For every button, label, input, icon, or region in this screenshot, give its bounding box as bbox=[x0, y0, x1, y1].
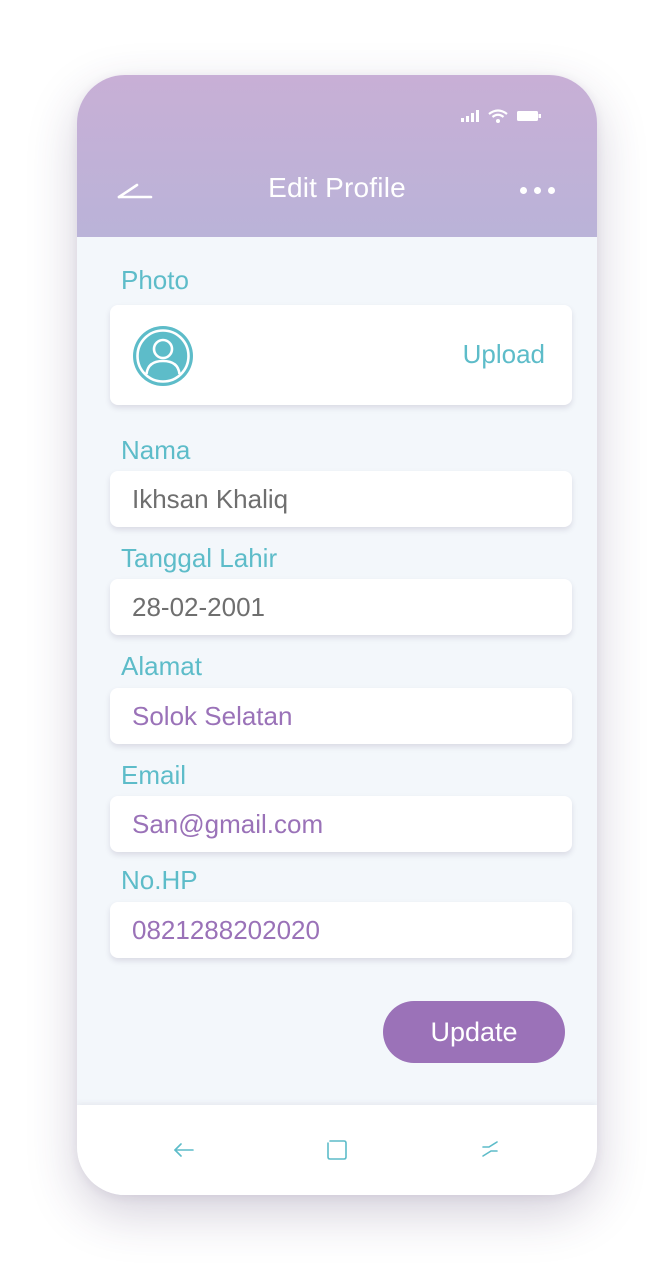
more-dots-icon[interactable] bbox=[520, 187, 555, 194]
wifi-icon bbox=[488, 109, 508, 123]
dot bbox=[520, 187, 527, 194]
no-hp-card bbox=[110, 902, 572, 958]
status-bar bbox=[461, 109, 541, 123]
dot bbox=[534, 187, 541, 194]
tanggal-lahir-field[interactable] bbox=[110, 579, 572, 635]
update-button[interactable]: Update bbox=[383, 1001, 565, 1063]
nav-recent-icon[interactable] bbox=[477, 1137, 503, 1163]
email-label: Email bbox=[121, 760, 187, 790]
email-card bbox=[110, 796, 572, 852]
nama-label: Nama bbox=[121, 435, 191, 465]
email-field[interactable] bbox=[110, 796, 572, 852]
no-hp-field[interactable] bbox=[110, 902, 572, 958]
nama-card bbox=[110, 471, 572, 527]
tanggal-lahir-card bbox=[110, 579, 572, 635]
system-navbar bbox=[77, 1105, 597, 1195]
nav-back-icon[interactable] bbox=[172, 1137, 198, 1163]
signal-icon bbox=[461, 110, 479, 122]
photo-card: Upload bbox=[110, 305, 572, 405]
battery-icon bbox=[517, 111, 541, 121]
nama-field[interactable] bbox=[110, 471, 572, 527]
no-hp-label: No.HP bbox=[121, 865, 198, 895]
phone-frame: Edit Profile Photo Upload Nama Tanggal L… bbox=[77, 75, 597, 1195]
nav-home-icon[interactable] bbox=[324, 1137, 350, 1163]
page-title: Edit Profile bbox=[268, 172, 406, 203]
dot bbox=[548, 187, 555, 194]
alamat-card bbox=[110, 688, 572, 744]
alamat-field[interactable] bbox=[110, 688, 572, 744]
app-header: Edit Profile bbox=[77, 75, 597, 237]
user-avatar-icon[interactable] bbox=[132, 325, 194, 387]
upload-button[interactable]: Upload bbox=[463, 339, 545, 370]
alamat-label: Alamat bbox=[121, 651, 202, 681]
photo-label: Photo bbox=[121, 265, 189, 295]
tanggal-lahir-label: Tanggal Lahir bbox=[121, 543, 278, 573]
